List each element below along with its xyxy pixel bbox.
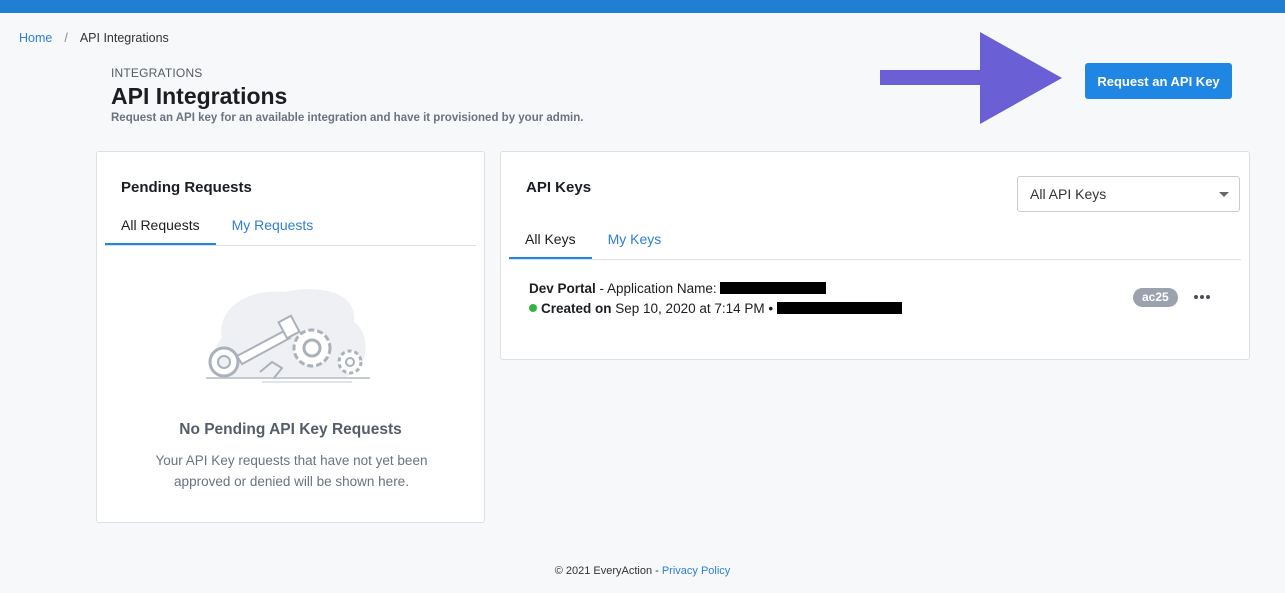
pending-requests-card: Pending Requests All Requests My Request… [96,151,485,523]
tab-all-keys[interactable]: All Keys [509,227,592,259]
pending-requests-title: Pending Requests [121,179,252,196]
redacted-application-name [720,282,827,294]
application-name-label: - Application Name: [595,280,721,296]
api-keys-filter-value: All API Keys [1030,186,1107,202]
api-key-item[interactable]: Dev Portal - Application Name: Created o… [529,278,902,318]
api-key-created-line: Created on Sep 10, 2020 at 7:14 PM • [529,298,902,318]
api-keys-tabs: All Keys My Keys [509,227,1241,260]
more-horizontal-icon[interactable] [1191,286,1213,308]
page-header: INTEGRATIONS API Integrations Request an… [111,66,583,124]
breadcrumb-home-link[interactable]: Home [19,31,52,45]
api-keys-filter-select[interactable]: All API Keys [1017,176,1240,212]
request-api-key-button[interactable]: Request an API Key [1085,63,1232,99]
footer-copyright: © 2021 EveryAction - [554,565,662,577]
empty-state-description: Your API Key requests that have not yet … [155,453,428,489]
empty-state-title: No Pending API Key Requests [179,421,402,438]
chevron-down-icon [1219,192,1229,197]
api-keys-card: API Keys All API Keys All Keys My Keys D… [500,151,1250,360]
pending-requests-tabs: All Requests My Requests [105,213,476,246]
tab-my-requests[interactable]: My Requests [216,213,330,245]
privacy-policy-link[interactable]: Privacy Policy [662,565,730,577]
breadcrumb-separator: / [64,31,68,45]
created-on-label: Created on [541,300,612,316]
redacted-creator [776,302,902,314]
arrow-right-icon [880,32,1062,124]
key-gears-illustration [206,289,370,383]
page-subtitle: Request an API key for an available inte… [111,112,584,124]
page-title: API Integrations [111,83,288,109]
created-date: Sep 10, 2020 at 7:14 PM • [611,300,777,316]
page-eyebrow: INTEGRATIONS [111,66,203,80]
api-key-badge: ac25 [1133,288,1178,307]
footer: © 2021 EveryAction - Privacy Policy [0,565,1285,577]
breadcrumb: Home / API Integrations [19,31,169,45]
top-bar [0,0,1285,13]
status-active-dot [529,304,537,312]
tab-all-requests[interactable]: All Requests [105,213,216,245]
api-key-name-line: Dev Portal - Application Name: [529,278,902,298]
api-keys-title: API Keys [526,179,592,196]
breadcrumb-current: API Integrations [79,31,169,45]
api-key-name: Dev Portal [529,280,596,296]
tab-my-keys[interactable]: My Keys [592,227,678,259]
